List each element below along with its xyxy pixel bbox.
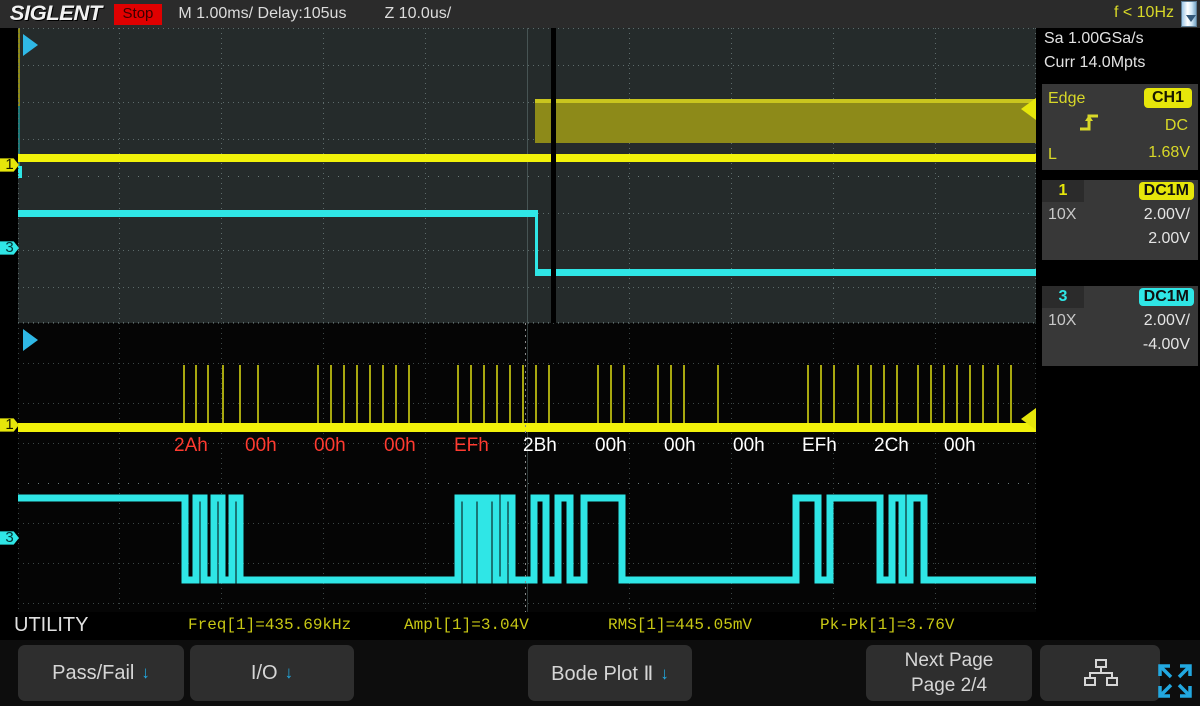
ch1-main-index-badge[interactable]: 1: [0, 154, 19, 176]
ch1-coupling-chip[interactable]: DC1M: [1139, 182, 1194, 200]
chevron-down-icon: ↓: [141, 663, 150, 683]
decode-value: 2Ah: [174, 435, 208, 457]
menu-button[interactable]: Bode Plot Ⅱ↓: [528, 645, 692, 701]
ch1-trigger-level-arrow[interactable]: [1021, 98, 1036, 120]
ch3-zoom-index-badge[interactable]: 3: [0, 527, 19, 549]
decode-value: 2Bh: [523, 435, 557, 457]
siglent-logo: SIGLENT: [10, 2, 102, 26]
chevron-down-icon: ↓: [660, 664, 669, 684]
decode-value: 00h: [664, 435, 696, 457]
measurement-item[interactable]: Ampl[1]=3.04V: [404, 616, 529, 634]
decode-value: 00h: [733, 435, 765, 457]
ch3-volts-per-div: 2.00V/: [1144, 312, 1190, 330]
top-status-bar: SIGLENT Stop M 1.00ms/ Delay:105us Z 10.…: [0, 0, 1200, 28]
ch3-zoom-level-arrow[interactable]: [23, 329, 38, 351]
menu-button[interactable]: Next PagePage 2/4: [866, 645, 1032, 701]
network-icon: [1084, 659, 1118, 687]
menu-button-sublabel: Page 2/4: [911, 673, 987, 698]
ch1-main-trace: [18, 154, 1036, 162]
measurement-item[interactable]: Pk-Pk[1]=3.76V: [820, 616, 954, 634]
utility-label: UTILITY: [14, 614, 88, 637]
trigger-settings-box[interactable]: Edge CH1 DC L 1.68V: [1042, 84, 1198, 170]
ch1-number: 1: [1042, 180, 1084, 202]
zoom-timebase-label[interactable]: Z 10.0us/: [384, 5, 451, 23]
ch1-main-glitch: [18, 28, 20, 106]
decode-value: 00h: [384, 435, 416, 457]
network-button[interactable]: [1040, 645, 1160, 701]
zoom-waveform-grid[interactable]: [18, 323, 1036, 638]
trigger-level-prefix: L: [1048, 146, 1057, 164]
menu-button-label: I/O↓: [251, 662, 293, 685]
menu-button[interactable]: Pass/Fail↓: [18, 645, 184, 701]
frequency-counter-label: f < 10Hz: [1114, 4, 1174, 22]
channel-1-box[interactable]: 1 DC1M 10X 2.00V/ 2.00V: [1042, 180, 1198, 260]
waveform-display[interactable]: [18, 28, 1036, 612]
trigger-position-marker[interactable]: [551, 28, 556, 323]
ch1-main-index-label: 1: [5, 154, 13, 176]
main-waveform-grid[interactable]: [18, 28, 1036, 323]
main-timebase-label[interactable]: M 1.00ms/ Delay:105us: [178, 5, 346, 23]
decode-value: 2Ch: [874, 435, 909, 457]
run-stop-status[interactable]: Stop: [114, 4, 163, 25]
measurement-bar: UTILITY Freq[1]=435.69kHz Ampl[1]=3.04V RM…: [0, 612, 1200, 640]
zoom-trigger-marker: [525, 323, 526, 638]
ch3-offset: -4.00V: [1143, 336, 1190, 354]
rising-edge-icon: [1078, 112, 1104, 132]
scroll-handle[interactable]: [1181, 1, 1197, 27]
ch1-zoom-index-badge[interactable]: 1: [0, 414, 19, 436]
ch1-offset: 2.00V: [1148, 230, 1190, 248]
bottom-menu-bar: Pass/Fail↓ I/O↓ Bode Plot Ⅱ↓ Next PagePage …: [0, 640, 1200, 706]
decode-value: 00h: [245, 435, 277, 457]
menu-button-label: Next Page: [905, 648, 994, 673]
decode-bus-values: 2Ah 00h 00h 00h EFh 2Bh 00h 00h 00h EFh 2Ch 00h: [18, 435, 1036, 465]
memory-depth-label: Curr 14.0Mpts: [1040, 54, 1145, 72]
ch3-main-index-badge[interactable]: 3: [0, 237, 19, 259]
trigger-type-label: Edge: [1048, 90, 1085, 108]
decode-value: 00h: [314, 435, 346, 457]
zoom-window-start-marker[interactable]: [23, 34, 38, 56]
decode-value: 00h: [595, 435, 627, 457]
ch1-zoom-index-label: 1: [5, 414, 13, 436]
ch3-zoom-data-trace: [18, 488, 1036, 598]
measurement-item[interactable]: Freq[1]=435.69kHz: [188, 616, 351, 634]
fullscreen-icon[interactable]: [1158, 664, 1192, 698]
ch3-zoom-index-label: 3: [5, 527, 13, 549]
ch3-main-index-label: 3: [5, 237, 13, 259]
decode-value: 00h: [944, 435, 976, 457]
trigger-source-chip[interactable]: CH1: [1144, 88, 1192, 108]
channel-3-box[interactable]: 3 DC1M 10X 2.00V/ -4.00V: [1042, 286, 1198, 366]
ch3-main-falling-edge: [535, 210, 538, 276]
trigger-level-value[interactable]: 1.68V: [1148, 144, 1190, 162]
ch3-probe-ratio: 10X: [1048, 312, 1076, 330]
menu-button-label: Pass/Fail↓: [52, 662, 150, 685]
measurement-item[interactable]: RMS[1]=445.05mV: [608, 616, 752, 634]
ch1-zoom-baseline: [18, 423, 1036, 432]
ch1-burst-region: [535, 101, 1036, 143]
ch3-coupling-chip[interactable]: DC1M: [1139, 288, 1194, 306]
ch3-main-trace-high: [18, 210, 535, 217]
decode-value: EFh: [802, 435, 837, 457]
ch3-main-trace-low: [538, 269, 1036, 276]
menu-button[interactable]: I/O↓: [190, 645, 354, 701]
trigger-coupling-label: DC: [1165, 117, 1188, 135]
ch1-volts-per-div: 2.00V/: [1144, 206, 1190, 224]
menu-button-label: Bode Plot Ⅱ↓: [551, 661, 669, 686]
sample-rate-label: Sa 1.00GSa/s: [1040, 30, 1144, 48]
chevron-down-icon: ↓: [285, 663, 294, 683]
ch1-zoom-clock-trace: [18, 353, 1036, 433]
decode-value: EFh: [454, 435, 489, 457]
ch3-number: 3: [1042, 286, 1084, 308]
right-sidebar: Sa 1.00GSa/s Curr 14.0Mpts Edge CH1 DC L…: [1036, 28, 1200, 612]
ch1-zoom-level-arrow[interactable]: [1021, 408, 1036, 430]
ch1-probe-ratio: 10X: [1048, 206, 1076, 224]
main-grid-lines: [18, 28, 1036, 323]
